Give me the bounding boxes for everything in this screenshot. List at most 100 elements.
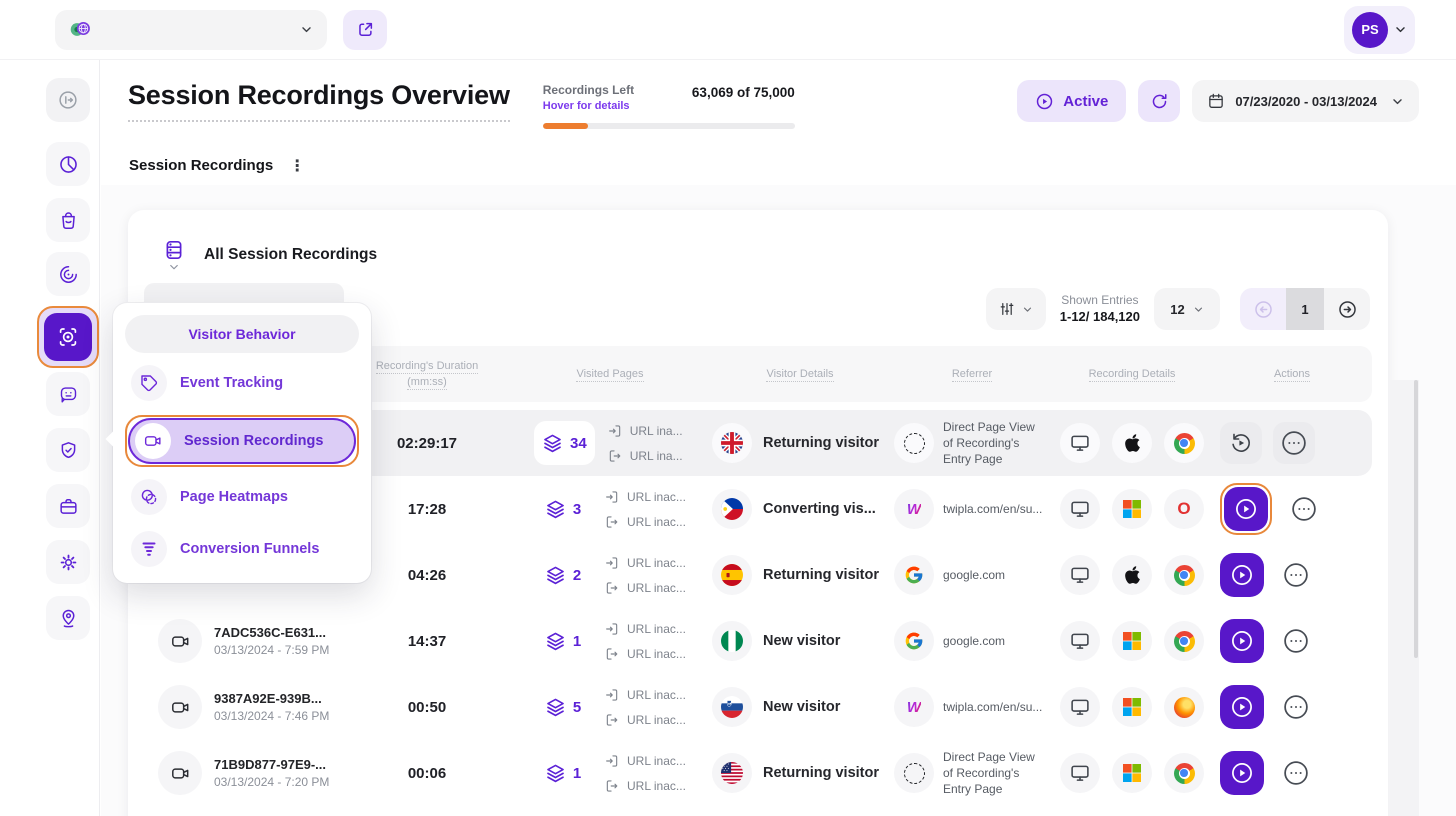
play-recording-button[interactable] xyxy=(1220,685,1264,729)
row-menu-button[interactable] xyxy=(1275,686,1317,728)
play-recording-button[interactable] xyxy=(1220,619,1264,663)
user-menu[interactable]: PS xyxy=(1344,6,1415,54)
date-range-picker[interactable]: 07/23/2020 - 03/13/2024 xyxy=(1192,80,1419,122)
table-row[interactable]: 9387A92E-939B... 03/13/2024 - 7:46 PM 00… xyxy=(144,674,1372,740)
recording-datetime: 03/13/2024 - 7:46 PM xyxy=(214,709,329,723)
refresh-button[interactable] xyxy=(1138,80,1180,122)
table-row[interactable]: 71B9D877-97E9-... 03/13/2024 - 7:20 PM 0… xyxy=(144,740,1372,806)
sidebar-item-visitor-behavior[interactable] xyxy=(37,306,99,368)
referrer-icon-chip xyxy=(894,621,934,661)
sidebar-item-ecommerce[interactable] xyxy=(46,198,90,242)
sidebar-item-dashboard[interactable] xyxy=(46,142,90,186)
scrollbar-thumb[interactable] xyxy=(1414,380,1418,658)
os-icon-chip xyxy=(1112,555,1152,595)
tab-session-recordings[interactable]: Session Recordings ⋮ xyxy=(128,145,333,188)
exit-url[interactable]: URL inac... xyxy=(627,713,686,727)
twipla-logo-icon: W xyxy=(907,501,921,518)
visitor-type: Returning visitor xyxy=(763,765,879,781)
play-recording-button[interactable] xyxy=(1220,553,1264,597)
next-page-button[interactable] xyxy=(1324,288,1370,330)
recording-id-cell[interactable]: 7ADC536C-E631... 03/13/2024 - 7:59 PM xyxy=(158,619,329,663)
table-row[interactable]: 7ADC536C-E631... 03/13/2024 - 7:59 PM 14… xyxy=(144,608,1372,674)
chevron-down-icon xyxy=(300,23,313,36)
chevron-down-icon xyxy=(1394,23,1407,36)
entry-url[interactable]: URL inac... xyxy=(627,490,686,504)
topbar: PS xyxy=(0,0,1456,60)
row-menu-button[interactable] xyxy=(1275,620,1317,662)
pie-icon xyxy=(58,154,79,175)
visited-pages-count[interactable]: 34 xyxy=(534,421,595,465)
play-recording-button[interactable] xyxy=(1224,487,1268,531)
tabs-bar: Session Recordings ⋮ xyxy=(101,145,1456,189)
visitor-type: New visitor xyxy=(763,633,840,649)
exit-url[interactable]: URL inac... xyxy=(627,581,686,595)
row-menu-button[interactable] xyxy=(1275,554,1317,596)
tag-icon xyxy=(131,365,167,401)
menu-item-session-recordings[interactable]: Session Recordings xyxy=(128,418,356,464)
row-menu-button[interactable] xyxy=(1275,752,1317,794)
menu-item-event-tracking[interactable]: Event Tracking xyxy=(125,361,359,405)
recording-duration: 14:37 xyxy=(408,633,446,650)
prev-page-button[interactable] xyxy=(1240,288,1286,330)
columns-filter-button[interactable] xyxy=(986,288,1046,330)
tab-options-kebab[interactable]: ⋮ xyxy=(289,156,305,176)
row-menu-button[interactable] xyxy=(1273,422,1315,464)
chrome-icon xyxy=(1174,565,1195,586)
website-selector[interactable] xyxy=(55,10,327,50)
sidebar-item-location[interactable] xyxy=(46,596,90,640)
visited-pages-count[interactable]: 5 xyxy=(534,685,592,729)
play-recording-button[interactable] xyxy=(1220,751,1264,795)
row-menu-button[interactable] xyxy=(1283,488,1325,530)
visited-pages-count[interactable]: 1 xyxy=(534,619,592,663)
browser-icon-chip xyxy=(1164,687,1204,727)
cam-icon xyxy=(135,423,171,459)
sidebar-item-communication[interactable] xyxy=(46,372,90,416)
browser-icon-chip xyxy=(1164,555,1204,595)
chrome-icon xyxy=(1174,763,1195,784)
resume-recording-button[interactable] xyxy=(1220,422,1262,464)
layers-icon xyxy=(545,763,566,784)
scrollbar-track[interactable] xyxy=(1390,380,1419,816)
exit-url[interactable]: URL ina... xyxy=(630,449,683,463)
chevron-down-icon xyxy=(168,261,180,273)
sidebar-item-visitors[interactable] xyxy=(46,252,90,296)
sidebar xyxy=(0,60,100,816)
os-icon-chip xyxy=(1112,753,1152,793)
recordings-left-hint[interactable]: Hover for details xyxy=(543,100,634,112)
flag-chip xyxy=(712,555,752,595)
direct-traffic-icon xyxy=(904,763,925,784)
direct-traffic-icon xyxy=(904,433,925,454)
recordings-progressbar xyxy=(543,123,795,129)
recording-duration: 17:28 xyxy=(408,501,446,518)
recordings-source-selector[interactable] xyxy=(162,238,186,273)
layers-icon xyxy=(545,697,566,718)
flag-us-icon xyxy=(721,762,743,784)
exit-url[interactable]: URL inac... xyxy=(627,779,686,793)
recording-id-cell[interactable]: 9387A92E-939B... 03/13/2024 - 7:46 PM xyxy=(158,685,329,729)
visitor-type: Returning visitor xyxy=(763,567,879,583)
sidebar-item-company[interactable] xyxy=(46,484,90,528)
entry-url[interactable]: URL inac... xyxy=(627,556,686,570)
active-status-button[interactable]: Active xyxy=(1017,80,1126,122)
sidebar-item-settings[interactable] xyxy=(46,540,90,584)
layers-icon xyxy=(545,499,566,520)
sidebar-item-collapse-sidebar[interactable] xyxy=(46,78,90,122)
highlighted-play-button[interactable] xyxy=(1220,483,1272,535)
visited-pages-count[interactable]: 2 xyxy=(534,553,592,597)
page-size-select[interactable]: 12 xyxy=(1154,288,1220,330)
exit-url[interactable]: URL inac... xyxy=(627,647,686,661)
menu-item-conversion-funnels[interactable]: Conversion Funnels xyxy=(125,527,359,571)
sidebar-item-privacy[interactable] xyxy=(46,428,90,472)
entry-url[interactable]: URL inac... xyxy=(627,688,686,702)
visited-pages-count[interactable]: 1 xyxy=(534,751,592,795)
recording-id-cell[interactable]: 71B9D877-97E9-... 03/13/2024 - 7:20 PM xyxy=(158,751,329,795)
referrer-text: twipla.com/en/su... xyxy=(943,699,1042,715)
exit-url[interactable]: URL inac... xyxy=(627,515,686,529)
entry-url[interactable]: URL inac... xyxy=(627,754,686,768)
entry-url[interactable]: URL ina... xyxy=(630,424,683,438)
menu-item-page-heatmaps[interactable]: Page Heatmaps xyxy=(125,475,359,519)
open-website-button[interactable] xyxy=(343,10,387,50)
entry-url[interactable]: URL inac... xyxy=(627,622,686,636)
flag-es-icon xyxy=(721,564,743,586)
visited-pages-count[interactable]: 3 xyxy=(534,487,592,531)
